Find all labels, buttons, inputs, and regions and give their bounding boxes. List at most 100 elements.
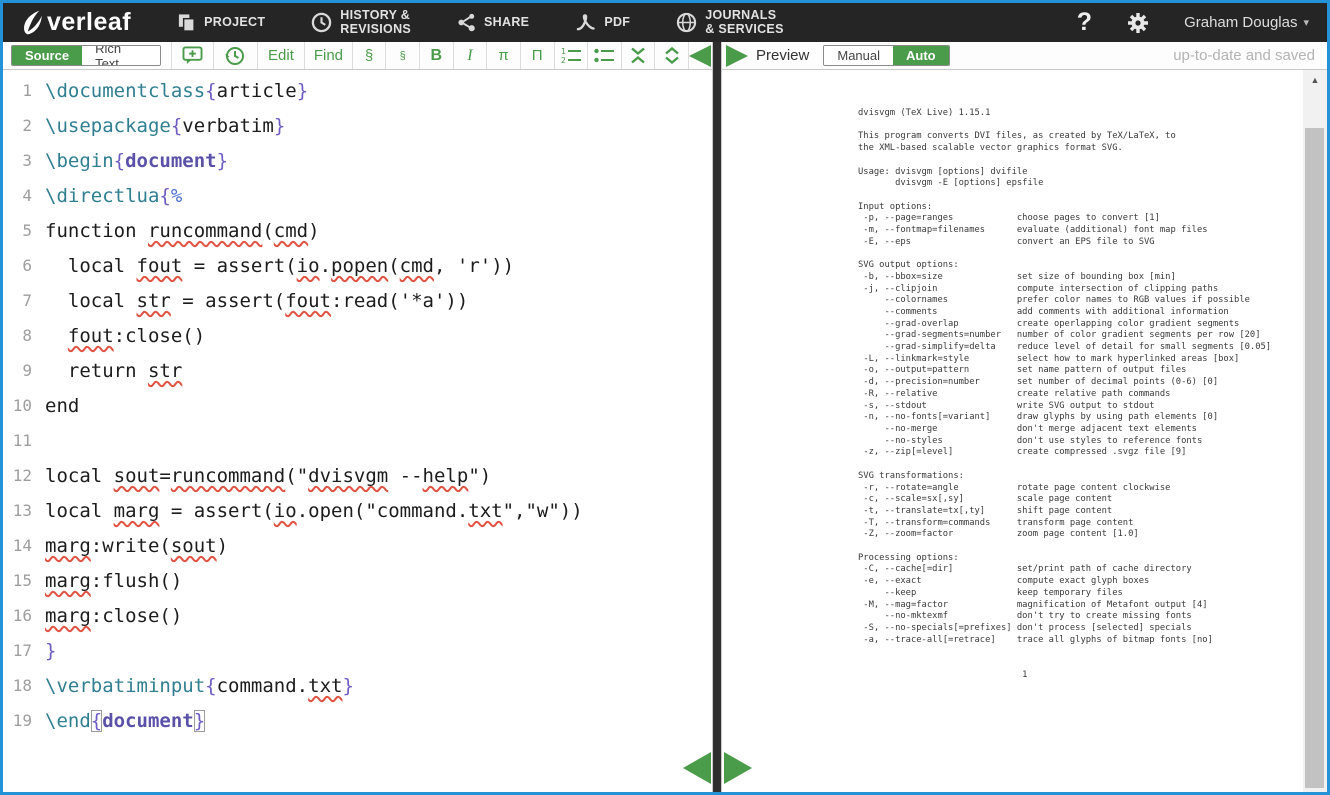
- italic-button[interactable]: I: [454, 42, 488, 69]
- collapse-editor-arrow[interactable]: [689, 45, 711, 67]
- code-line[interactable]: 10end: [3, 388, 712, 423]
- preview-scrollbar[interactable]: ▲: [1303, 70, 1327, 792]
- top-navbar: verleaf PROJECT HISTORY &REVISIONS: [3, 3, 1327, 42]
- collapse-editor-bottom-arrow[interactable]: [683, 752, 711, 784]
- editor-toolbar: Source Rich Text: [3, 42, 712, 70]
- unfold-all-button[interactable]: [655, 42, 689, 69]
- inline-math-button[interactable]: π: [487, 42, 521, 69]
- code-line-text: marg:close(): [45, 605, 182, 627]
- globe-icon: [676, 12, 697, 33]
- nav-share-label: SHARE: [484, 16, 529, 30]
- code-line[interactable]: 11: [3, 423, 712, 458]
- rich-text-toggle[interactable]: Rich Text: [82, 45, 160, 66]
- expand-chevrons-icon: [663, 47, 681, 64]
- code-line[interactable]: 15marg:flush(): [3, 563, 712, 598]
- line-number: 8: [3, 326, 45, 345]
- user-menu[interactable]: Graham Douglas ▾: [1184, 14, 1309, 31]
- line-number: 11: [3, 431, 45, 450]
- logo-text: verleaf: [47, 8, 131, 37]
- expand-preview-bottom-arrow[interactable]: [724, 752, 752, 784]
- bullet-list-icon: [594, 47, 614, 64]
- project-icon: [177, 13, 196, 32]
- nav-project-label: PROJECT: [204, 16, 265, 30]
- code-line[interactable]: 6 local fout = assert(io.popen(cmd, 'r')…: [3, 248, 712, 283]
- preview-label: Preview: [756, 47, 809, 64]
- history-clock-icon: [311, 12, 332, 33]
- code-line[interactable]: 8 fout:close(): [3, 318, 712, 353]
- nav-journals-services[interactable]: JOURNALS& SERVICES: [676, 9, 784, 37]
- numbered-list-button[interactable]: 1 2: [555, 42, 589, 69]
- code-line-text: return str: [45, 360, 182, 382]
- code-line-text: local fout = assert(io.popen(cmd, 'r')): [45, 255, 514, 277]
- fold-all-button[interactable]: [622, 42, 656, 69]
- line-number: 2: [3, 116, 45, 135]
- history-button[interactable]: [214, 42, 258, 69]
- code-line-text: \documentclass{article}: [45, 80, 308, 102]
- line-number: 17: [3, 641, 45, 660]
- line-number: 1: [3, 81, 45, 100]
- preview-pane: Preview Manual Auto up-to-date and saved…: [722, 42, 1327, 792]
- pdf-acrobat-icon: [575, 12, 596, 33]
- code-line-text: marg:flush(): [45, 570, 182, 592]
- line-number: 14: [3, 536, 45, 555]
- scrollbar-thumb[interactable]: [1305, 128, 1324, 788]
- code-line[interactable]: 3\begin{document}: [3, 143, 712, 178]
- section-button[interactable]: §: [353, 42, 387, 69]
- code-line[interactable]: 7 local str = assert(fout:read('*a')): [3, 283, 712, 318]
- code-line[interactable]: 19\end{document}: [3, 703, 712, 738]
- edit-menu-button[interactable]: Edit: [258, 42, 305, 69]
- scrollbar-up-arrow[interactable]: ▲: [1303, 75, 1327, 85]
- preview-toolbar: Preview Manual Auto up-to-date and saved: [722, 42, 1327, 70]
- nav-history-revisions[interactable]: HISTORY &REVISIONS: [311, 9, 411, 37]
- code-line[interactable]: 18\verbatiminput{command.txt}: [3, 668, 712, 703]
- pane-divider[interactable]: [712, 42, 722, 792]
- line-number: 12: [3, 466, 45, 485]
- code-line[interactable]: 17}: [3, 633, 712, 668]
- add-comment-button[interactable]: [171, 42, 215, 69]
- code-line-text: local marg = assert(io.open("command.txt…: [45, 500, 583, 522]
- code-line[interactable]: 2\usepackage{verbatim}: [3, 108, 712, 143]
- code-line[interactable]: 4\directlua{%: [3, 178, 712, 213]
- line-number: 4: [3, 186, 45, 205]
- code-line-text: \verbatiminput{command.txt}: [45, 675, 354, 697]
- find-button[interactable]: Find: [305, 42, 352, 69]
- code-line[interactable]: 13local marg = assert(io.open("command.t…: [3, 493, 712, 528]
- nav-history-label: HISTORY &REVISIONS: [340, 9, 411, 37]
- pdf-preview: dvisvgm (TeX Live) 1.15.1 This program c…: [722, 70, 1327, 792]
- code-line-text: \end{document}: [45, 710, 205, 732]
- line-number: 10: [3, 396, 45, 415]
- subsection-button[interactable]: §: [386, 42, 420, 69]
- line-number: 19: [3, 711, 45, 730]
- bullet-list-button[interactable]: [588, 42, 622, 69]
- help-button[interactable]: ?: [1077, 8, 1092, 37]
- code-line-text: fout:close(): [45, 325, 205, 347]
- bold-button[interactable]: B: [420, 42, 454, 69]
- overleaf-logo[interactable]: verleaf: [19, 8, 131, 37]
- code-editor[interactable]: 1\documentclass{article}2\usepackage{ver…: [3, 70, 712, 792]
- line-number: 3: [3, 151, 45, 170]
- nav-project[interactable]: PROJECT: [177, 13, 265, 32]
- manual-compile-button[interactable]: Manual: [824, 46, 893, 65]
- settings-gear-icon[interactable]: [1126, 11, 1150, 35]
- line-number: 13: [3, 501, 45, 520]
- nav-pdf[interactable]: PDF: [575, 12, 630, 33]
- chevron-down-icon: ▾: [1303, 16, 1309, 29]
- code-line[interactable]: 14marg:write(sout): [3, 528, 712, 563]
- pdf-text: dvisvgm (TeX Live) 1.15.1 This program c…: [722, 70, 1327, 681]
- display-math-button[interactable]: Π: [521, 42, 555, 69]
- code-line[interactable]: 5function runcommand(cmd): [3, 213, 712, 248]
- expand-preview-arrow[interactable]: [726, 45, 748, 67]
- code-line[interactable]: 12local sout=runcommand("dvisvgm --help"…: [3, 458, 712, 493]
- nav-journals-label: JOURNALS& SERVICES: [705, 9, 784, 37]
- auto-compile-button[interactable]: Auto: [893, 46, 949, 65]
- code-line[interactable]: 1\documentclass{article}: [3, 73, 712, 108]
- code-line[interactable]: 9 return str: [3, 353, 712, 388]
- svg-text:1: 1: [561, 47, 566, 56]
- code-line[interactable]: 16marg:close(): [3, 598, 712, 633]
- source-toggle[interactable]: Source: [12, 46, 82, 65]
- line-number: 18: [3, 676, 45, 695]
- share-icon: [457, 13, 476, 32]
- nav-share[interactable]: SHARE: [457, 13, 529, 32]
- line-number: 9: [3, 361, 45, 380]
- code-line-text: function runcommand(cmd): [45, 220, 320, 242]
